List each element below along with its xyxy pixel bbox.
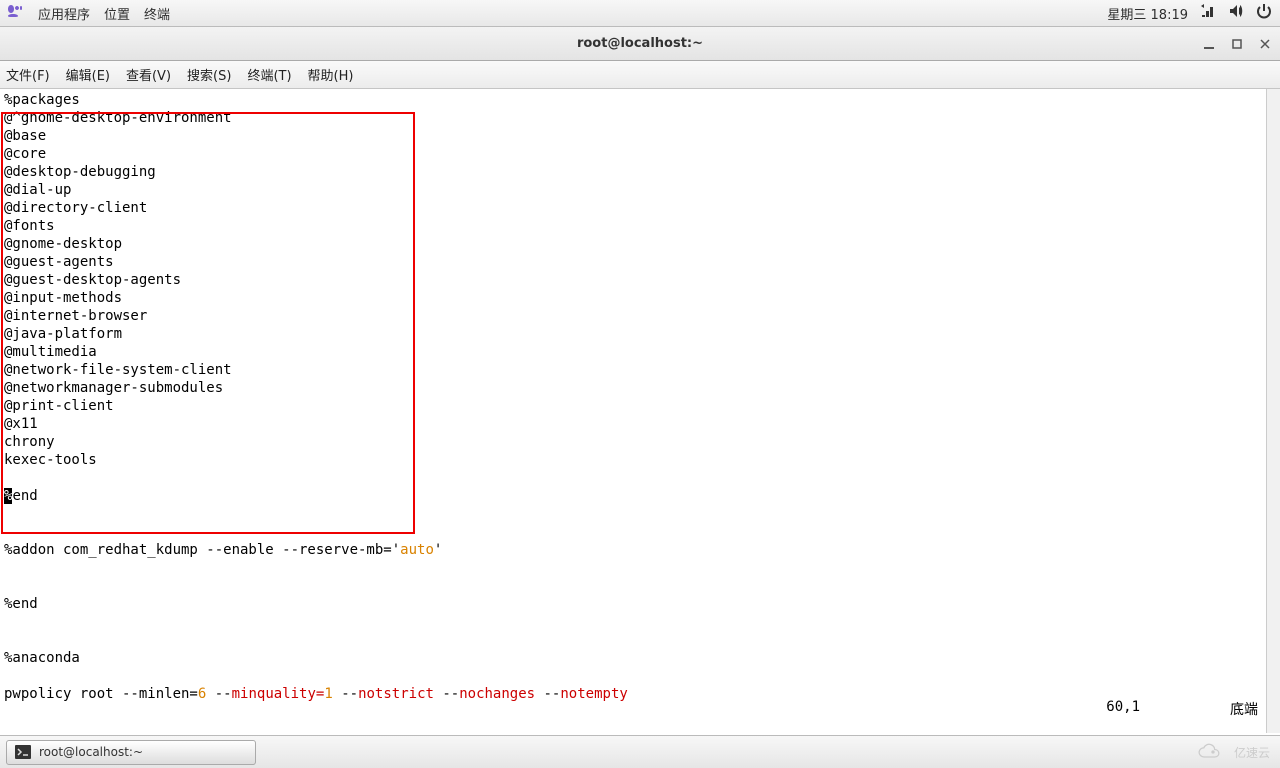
blank-line [4, 577, 1280, 595]
kickstart-line [4, 469, 1280, 487]
end-line: %end [4, 595, 1280, 613]
kickstart-line: chrony [4, 433, 1280, 451]
menu-terminal[interactable]: 终端 [144, 4, 170, 23]
menu-terminal-menu[interactable]: 终端(T) [247, 65, 291, 84]
taskbar-button-terminal[interactable]: root@localhost:~ [6, 740, 256, 765]
scroll-position: 底端 [1230, 699, 1258, 719]
kickstart-line: @java-platform [4, 325, 1280, 343]
cursor-position: 60,1 [1106, 699, 1140, 719]
menu-view[interactable]: 查看(V) [126, 65, 171, 84]
vim-status-line: 60,1 底端 [1106, 699, 1258, 719]
menu-places[interactable]: 位置 [104, 4, 130, 23]
taskbar-button-label: root@localhost:~ [39, 745, 143, 759]
window-titlebar: root@localhost:~ [0, 27, 1280, 61]
cursor-char: % [4, 488, 12, 504]
gnome-top-panel: 应用程序 位置 终端 星期三 18:19 [0, 0, 1280, 27]
power-icon[interactable] [1256, 3, 1272, 23]
kickstart-line: @directory-client [4, 199, 1280, 217]
terminal-icon [15, 744, 31, 760]
maximize-button[interactable] [1228, 35, 1246, 53]
menu-applications[interactable]: 应用程序 [38, 4, 90, 23]
kickstart-line: kexec-tools [4, 451, 1280, 469]
blank-line [4, 523, 1280, 541]
kickstart-line: @guest-agents [4, 253, 1280, 271]
menu-file[interactable]: 文件(F) [6, 65, 50, 84]
kickstart-line: %packages [4, 91, 1280, 109]
kickstart-line: @input-methods [4, 289, 1280, 307]
volume-icon[interactable] [1228, 3, 1244, 23]
clock-label[interactable]: 星期三 18:19 [1107, 4, 1188, 23]
gnome-taskbar: root@localhost:~ [0, 735, 1280, 768]
activities-icon[interactable] [8, 3, 24, 23]
terminal-content[interactable]: %packages@^gnome-desktop-environment@bas… [0, 89, 1280, 719]
addon-line: %addon com_redhat_kdump --enable --reser… [4, 541, 1280, 559]
kickstart-line: @core [4, 145, 1280, 163]
kickstart-line: @base [4, 127, 1280, 145]
blank-line [4, 631, 1280, 649]
kickstart-line: @multimedia [4, 343, 1280, 361]
kickstart-line: @^gnome-desktop-environment [4, 109, 1280, 127]
terminal-viewport: %packages@^gnome-desktop-environment@bas… [0, 89, 1280, 733]
pwpolicy-root-line: pwpolicy root --minlen=6 --minquality=1 … [4, 685, 1280, 703]
kickstart-line: @x11 [4, 415, 1280, 433]
kickstart-line: @gnome-desktop [4, 235, 1280, 253]
terminal-menubar: 文件(F) 编辑(E) 查看(V) 搜索(S) 终端(T) 帮助(H) [0, 61, 1280, 89]
kickstart-line: @internet-browser [4, 307, 1280, 325]
kickstart-end-line: %end [4, 487, 1280, 505]
kickstart-line: @print-client [4, 397, 1280, 415]
kickstart-line: @guest-desktop-agents [4, 271, 1280, 289]
anaconda-line: %anaconda [4, 649, 1280, 667]
kickstart-line: @dial-up [4, 181, 1280, 199]
menu-edit[interactable]: 编辑(E) [66, 65, 110, 84]
kickstart-line: @desktop-debugging [4, 163, 1280, 181]
close-button[interactable] [1256, 35, 1274, 53]
network-icon[interactable] [1200, 3, 1216, 23]
minimize-button[interactable] [1200, 35, 1218, 53]
kickstart-line: @network-file-system-client [4, 361, 1280, 379]
window-title: root@localhost:~ [577, 36, 703, 51]
kickstart-line: @fonts [4, 217, 1280, 235]
scrollbar[interactable] [1266, 89, 1280, 733]
menu-search[interactable]: 搜索(S) [187, 65, 231, 84]
kickstart-line: @networkmanager-submodules [4, 379, 1280, 397]
menu-help[interactable]: 帮助(H) [308, 65, 354, 84]
